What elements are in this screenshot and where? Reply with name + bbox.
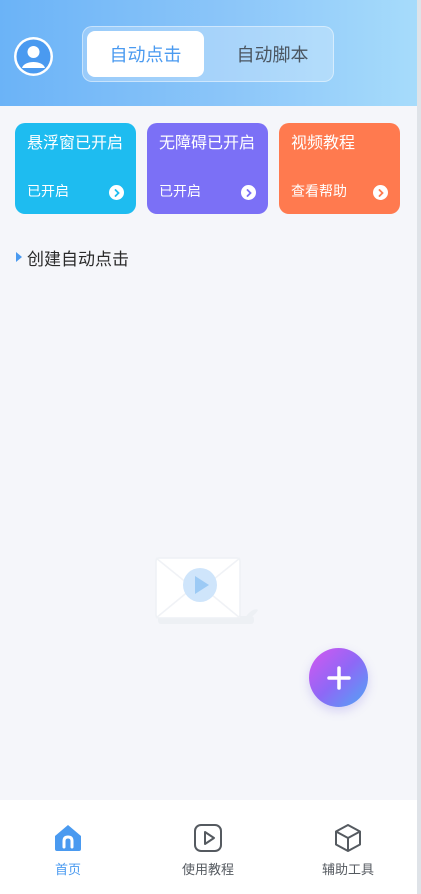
card-status: 已开启 [159, 184, 201, 200]
card-title: 无障碍已开启 [159, 133, 256, 152]
tab-label: 辅助工具 [321, 863, 374, 878]
triangle-marker-icon [16, 252, 22, 262]
tab-auto-script[interactable]: 自动脚本 [214, 31, 331, 77]
play-icon [192, 822, 224, 854]
scrollbar-edge [417, 0, 421, 894]
cube-icon [332, 822, 364, 854]
accessibility-card[interactable]: 无障碍已开启 已开启 [147, 123, 268, 214]
card-title: 悬浮窗已开启 [27, 133, 124, 152]
chevron-right-icon [109, 185, 124, 200]
video-tutorial-card[interactable]: 视频教程 查看帮助 [279, 123, 400, 214]
chevron-right-icon [241, 185, 256, 200]
mode-switch: 自动点击 自动脚本 [82, 26, 334, 82]
section-title: 创建自动点击 [27, 249, 129, 270]
home-icon [52, 822, 84, 854]
tab-tutorial[interactable]: 使用教程 [163, 822, 253, 878]
empty-state-illustration [150, 552, 262, 627]
add-button[interactable] [309, 648, 368, 707]
tab-label: 首页 [54, 863, 81, 878]
card-title: 视频教程 [291, 133, 356, 152]
header: 自动点击 自动脚本 [0, 0, 421, 106]
card-status: 查看帮助 [291, 184, 347, 200]
floating-window-card[interactable]: 悬浮窗已开启 已开启 [15, 123, 136, 214]
tab-tools[interactable]: 辅助工具 [303, 822, 393, 878]
tab-home[interactable]: 首页 [23, 822, 113, 878]
tab-label: 使用教程 [181, 863, 234, 878]
tab-auto-click[interactable]: 自动点击 [87, 31, 204, 77]
avatar[interactable] [14, 37, 53, 76]
user-icon [16, 39, 51, 74]
bottom-tab-bar: 首页 使用教程 辅助工具 [0, 800, 421, 894]
section-header: 创建自动点击 [16, 245, 129, 270]
chevron-right-icon [373, 185, 388, 200]
plus-icon [326, 665, 351, 690]
card-status: 已开启 [27, 184, 69, 200]
